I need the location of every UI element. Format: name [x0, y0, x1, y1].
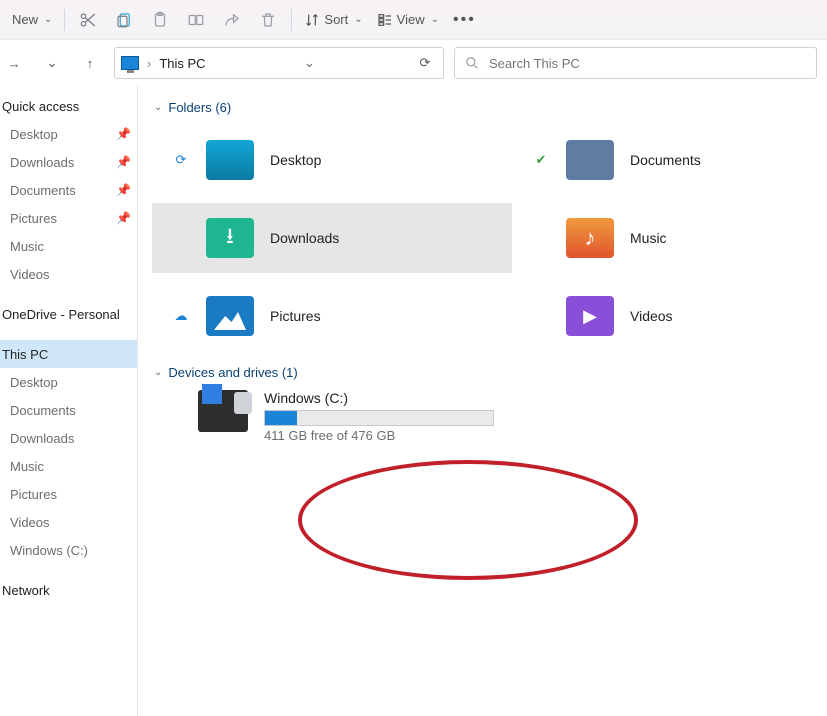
drives-section-header[interactable]: ⌄Devices and drives (1)	[152, 365, 827, 380]
copy-icon	[115, 11, 133, 29]
forward-button[interactable]: →	[0, 49, 28, 77]
chevron-down-icon: ⌄	[44, 14, 52, 25]
copy-button[interactable]	[107, 4, 141, 36]
ellipsis-icon: •••	[453, 11, 476, 29]
recent-locations-button[interactable]: ⌄	[38, 49, 66, 77]
folder-documents[interactable]: ✔ Documents	[512, 125, 812, 195]
sidebar-quick-access[interactable]: Quick access	[0, 92, 137, 120]
folders-grid: ⟳ Desktop ✔ Documents Downloads Music ☁	[152, 125, 827, 351]
drive-title: Windows (C:)	[264, 390, 494, 406]
sidebar-pc-music[interactable]: Music	[0, 452, 137, 480]
more-button[interactable]: •••	[447, 4, 482, 36]
drive-icon	[198, 390, 248, 432]
navigation-pane: Quick access Desktop📌 Downloads📌 Documen…	[0, 86, 138, 716]
command-toolbar: New⌄ Sort⌄ View⌄ •••	[0, 0, 827, 40]
folders-section-header[interactable]: ⌄Folders (6)	[152, 100, 827, 115]
sidebar-item-pictures[interactable]: Pictures📌	[0, 204, 137, 232]
folder-downloads[interactable]: Downloads	[152, 203, 512, 273]
sidebar-onedrive[interactable]: OneDrive - Personal	[0, 300, 137, 328]
drive-c[interactable]: Windows (C:) 411 GB free of 476 GB	[152, 390, 827, 443]
rename-icon	[187, 11, 205, 29]
sidebar-item-documents[interactable]: Documents📌	[0, 176, 137, 204]
folder-videos[interactable]: Videos	[512, 281, 812, 351]
address-dropdown-button[interactable]: ⌄	[300, 55, 319, 71]
sort-button[interactable]: Sort⌄	[298, 4, 368, 36]
chevron-down-icon: ⌄	[431, 14, 439, 25]
chevron-down-icon: ⌄	[154, 367, 162, 378]
folder-icon	[566, 218, 614, 258]
sidebar-item-desktop[interactable]: Desktop📌	[0, 120, 137, 148]
delete-button[interactable]	[251, 4, 285, 36]
folder-icon	[566, 296, 614, 336]
drive-usage-fill	[265, 411, 297, 425]
paste-button[interactable]	[143, 4, 177, 36]
view-icon	[377, 12, 393, 28]
up-button[interactable]: ↑	[76, 49, 104, 77]
check-icon: ✔	[532, 152, 550, 168]
this-pc-icon	[121, 56, 139, 70]
clipboard-icon	[151, 11, 169, 29]
sidebar-this-pc[interactable]: This PC	[0, 340, 137, 368]
separator	[64, 9, 65, 31]
sidebar-pc-desktop[interactable]: Desktop	[0, 368, 137, 396]
pin-icon: 📌	[116, 183, 131, 197]
refresh-button[interactable]: ⟳	[413, 55, 437, 71]
search-input[interactable]	[489, 56, 806, 71]
drive-free-text: 411 GB free of 476 GB	[264, 428, 494, 443]
sync-icon: ⟳	[172, 152, 190, 168]
breadcrumb-location[interactable]: This PC	[159, 56, 205, 71]
share-button[interactable]	[215, 4, 249, 36]
drive-usage-bar	[264, 410, 494, 426]
cloud-icon: ☁	[172, 308, 190, 324]
chevron-down-icon: ⌄	[354, 14, 362, 25]
rename-button[interactable]	[179, 4, 213, 36]
sidebar-item-videos[interactable]: Videos	[0, 260, 137, 288]
sidebar-pc-documents[interactable]: Documents	[0, 396, 137, 424]
navigation-row: → ⌄ ↑ › This PC ⌄ ⟳	[0, 40, 827, 86]
share-icon	[223, 11, 241, 29]
folder-pictures[interactable]: ☁ Pictures	[152, 281, 512, 351]
folder-icon	[206, 140, 254, 180]
sidebar-item-downloads[interactable]: Downloads📌	[0, 148, 137, 176]
sidebar-network[interactable]: Network	[0, 576, 137, 604]
view-button[interactable]: View⌄	[371, 4, 445, 36]
new-button[interactable]: New⌄	[6, 4, 58, 36]
scissors-icon	[79, 11, 97, 29]
folder-icon	[206, 296, 254, 336]
folder-music[interactable]: Music	[512, 203, 812, 273]
pin-icon: 📌	[116, 127, 131, 141]
content-pane: ⌄Folders (6) ⟳ Desktop ✔ Documents Downl…	[138, 86, 827, 716]
address-bar[interactable]: › This PC ⌄ ⟳	[114, 47, 444, 79]
sidebar-pc-pictures[interactable]: Pictures	[0, 480, 137, 508]
breadcrumb-separator: ›	[147, 56, 151, 71]
chevron-down-icon: ⌄	[47, 55, 58, 71]
sort-icon	[304, 12, 320, 28]
sidebar-item-music[interactable]: Music	[0, 232, 137, 260]
chevron-down-icon: ⌄	[154, 102, 162, 113]
search-icon	[465, 56, 479, 70]
pin-icon: 📌	[116, 211, 131, 225]
sidebar-pc-downloads[interactable]: Downloads	[0, 424, 137, 452]
folder-icon	[206, 218, 254, 258]
sidebar-pc-videos[interactable]: Videos	[0, 508, 137, 536]
folder-desktop[interactable]: ⟳ Desktop	[152, 125, 512, 195]
folder-icon	[566, 140, 614, 180]
separator	[291, 9, 292, 31]
annotation-ellipse	[298, 460, 638, 580]
pin-icon: 📌	[116, 155, 131, 169]
search-box[interactable]	[454, 47, 817, 79]
trash-icon	[259, 11, 277, 29]
cut-button[interactable]	[71, 4, 105, 36]
sidebar-pc-drive-c[interactable]: Windows (C:)	[0, 536, 137, 564]
